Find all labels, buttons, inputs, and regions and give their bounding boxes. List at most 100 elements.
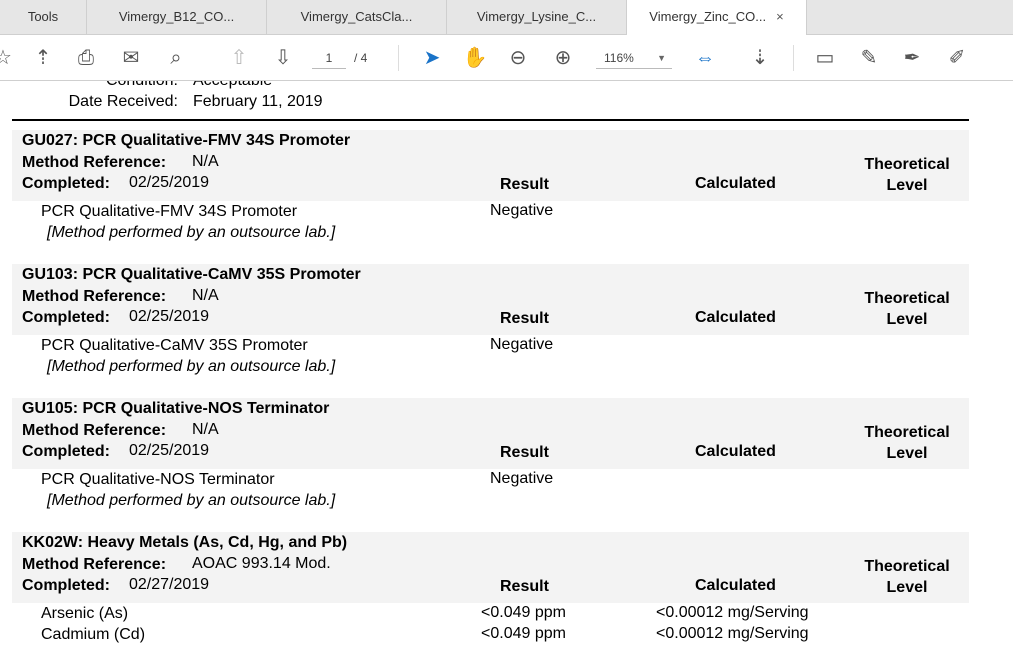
- tab-lysine[interactable]: Vimergy_Lysine_C...: [447, 0, 627, 35]
- header-line: Level: [886, 445, 928, 462]
- comment-icon[interactable]: ▭: [812, 45, 838, 71]
- divider: [793, 45, 794, 71]
- search-icon[interactable]: ⌕: [163, 45, 189, 71]
- item-result: <0.049 ppm: [481, 625, 566, 642]
- section-title: GU027: PCR Qualitative-FMV 34S Promoter: [22, 132, 351, 149]
- result-header: Result: [500, 176, 549, 193]
- tab-catsclaw[interactable]: Vimergy_CatsCla...: [267, 0, 447, 35]
- test-section: GU105: PCR Qualitative-NOS Terminator Me…: [12, 398, 969, 518]
- section-title: KK02W: Heavy Metals (As, Cd, Hg, and Pb): [22, 534, 348, 551]
- test-section: KK02W: Heavy Metals (As, Cd, Hg, and Pb)…: [12, 532, 969, 645]
- highlight-pen-icon[interactable]: ✎: [856, 45, 882, 71]
- item-name: PCR Qualitative-CaMV 35S Promoter: [41, 337, 308, 354]
- header-line: Level: [886, 177, 928, 194]
- sign-pen-icon[interactable]: ✒: [899, 45, 925, 71]
- item-calculated: <0.00012 mg/Serving: [656, 604, 809, 621]
- date-received-label: Date Received:: [68, 93, 178, 110]
- edit-document-icon[interactable]: ✐: [944, 45, 970, 71]
- upload-cloud-icon[interactable]: ⇡: [30, 45, 56, 71]
- result-header: Result: [500, 578, 549, 595]
- tab-tools[interactable]: Tools: [0, 0, 87, 35]
- scroll-mode-icon[interactable]: ⇣: [747, 45, 773, 71]
- zoom-value: 116%: [604, 51, 634, 65]
- page-number-input[interactable]: 1: [312, 47, 346, 69]
- tab-bar: Tools Vimergy_B12_CO... Vimergy_CatsCla.…: [0, 0, 1013, 36]
- item-result: Negative: [490, 336, 554, 353]
- completed-label: Completed:: [22, 175, 110, 192]
- header-line: Level: [886, 579, 928, 596]
- tab-zinc[interactable]: Vimergy_Zinc_CO... ×: [627, 0, 807, 36]
- header-line: Theoretical: [864, 290, 950, 307]
- header-line: Theoretical: [864, 156, 950, 173]
- completed-value: 02/25/2019: [129, 308, 210, 325]
- fit-page-icon[interactable]: ⇔: [692, 45, 718, 71]
- theoretical-level-header: Theoretical Level: [842, 154, 972, 196]
- item-name: PCR Qualitative-NOS Terminator: [41, 471, 275, 488]
- previous-page-icon[interactable]: ⇧: [226, 45, 252, 71]
- condition-label: Condition:: [0, 81, 178, 90]
- theoretical-level-header: Theoretical Level: [842, 422, 972, 464]
- zoom-in-icon[interactable]: ⊕: [550, 45, 576, 71]
- result-header: Result: [500, 444, 549, 461]
- tab-b12[interactable]: Vimergy_B12_CO...: [87, 0, 267, 35]
- result-header: Result: [500, 310, 549, 327]
- completed-label: Completed:: [22, 443, 110, 460]
- test-section: GU027: PCR Qualitative-FMV 34S Promoter …: [12, 130, 969, 250]
- method-note: [Method performed by an outsource lab.]: [47, 224, 336, 241]
- print-icon[interactable]: ⎙: [73, 45, 99, 71]
- item-result: Negative: [490, 470, 554, 487]
- calculated-header: Calculated: [695, 175, 776, 192]
- tab-label: Vimergy_CatsCla...: [300, 9, 413, 24]
- section-title: GU103: PCR Qualitative-CaMV 35S Promoter: [22, 266, 361, 283]
- test-section: GU103: PCR Qualitative-CaMV 35S Promoter…: [12, 264, 969, 384]
- star-icon[interactable]: ☆: [0, 45, 16, 71]
- hand-tool-icon[interactable]: ✋: [462, 45, 488, 71]
- section-title: GU105: PCR Qualitative-NOS Terminator: [22, 400, 330, 417]
- completed-label: Completed:: [22, 577, 110, 594]
- item-calculated: <0.00012 mg/Serving: [656, 625, 809, 642]
- method-label: Method Reference:: [22, 556, 167, 573]
- select-cursor-icon[interactable]: ➤: [419, 45, 445, 71]
- method-label: Method Reference:: [22, 288, 167, 305]
- header-line: Theoretical: [864, 424, 950, 441]
- method-value: N/A: [192, 153, 219, 170]
- theoretical-level-header: Theoretical Level: [842, 556, 972, 598]
- divider: [12, 119, 969, 121]
- method-value: AOAC 993.14 Mod.: [192, 555, 331, 572]
- method-value: N/A: [192, 421, 219, 438]
- tab-label: Vimergy_Lysine_C...: [476, 9, 597, 24]
- zoom-out-icon[interactable]: ⊖: [505, 45, 531, 71]
- item-result: <0.049 ppm: [481, 604, 566, 621]
- calculated-header: Calculated: [695, 443, 776, 460]
- completed-value: 02/25/2019: [129, 442, 210, 459]
- calculated-header: Calculated: [695, 577, 776, 594]
- header-line: Theoretical: [864, 558, 950, 575]
- method-value: N/A: [192, 287, 219, 304]
- close-tab-icon[interactable]: ×: [776, 9, 784, 24]
- item-name: Arsenic (As): [41, 605, 129, 622]
- method-label: Method Reference:: [22, 154, 167, 171]
- tab-label: Vimergy_B12_CO...: [118, 9, 235, 24]
- tab-label: Vimergy_Zinc_CO...: [649, 9, 767, 24]
- divider: [398, 45, 399, 71]
- next-page-icon[interactable]: ⇩: [270, 45, 296, 71]
- date-received-value: February 11, 2019: [193, 93, 323, 110]
- completed-value: 02/27/2019: [129, 576, 210, 593]
- method-note: [Method performed by an outsource lab.]: [47, 358, 336, 375]
- method-label: Method Reference:: [22, 422, 167, 439]
- zoom-select[interactable]: 116% ▼: [596, 47, 672, 69]
- item-name: Cadmium (Cd): [41, 626, 146, 643]
- item-name: PCR Qualitative-FMV 34S Promoter: [41, 203, 298, 220]
- toolbar: ☆ ⇡ ⎙ ✉ ⌕ ⇧ ⇩ 1 / 4 ➤ ✋ ⊖ ⊕ 116% ▼ ⇔ ⇣ ▭ …: [0, 35, 1013, 81]
- page-total: / 4: [354, 51, 368, 65]
- document-page: Condition: Acceptable Date Received: Feb…: [0, 81, 1013, 645]
- email-icon[interactable]: ✉: [118, 45, 144, 71]
- calculated-header: Calculated: [695, 309, 776, 326]
- item-result: Negative: [490, 202, 554, 219]
- header-line: Level: [886, 311, 928, 328]
- completed-value: 02/25/2019: [129, 174, 210, 191]
- condition-value: Acceptable: [193, 81, 272, 90]
- completed-label: Completed:: [22, 309, 110, 326]
- tab-label: Tools: [27, 9, 59, 24]
- chevron-down-icon: ▼: [657, 53, 666, 63]
